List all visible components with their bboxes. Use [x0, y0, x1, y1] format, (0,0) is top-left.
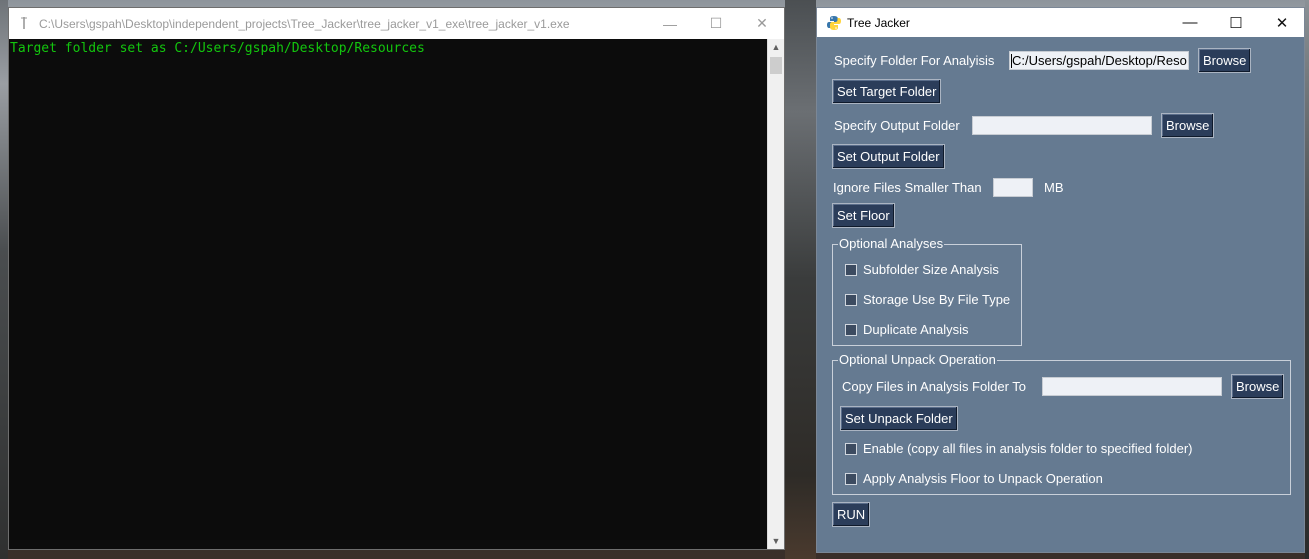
python-icon	[826, 15, 842, 31]
subfolder-size-checkbox[interactable]	[845, 264, 857, 276]
minimize-button[interactable]: —	[647, 8, 693, 39]
close-button[interactable]: ✕	[739, 8, 785, 39]
tree-jacker-window[interactable]: Tree Jacker — ☐ ✕ Specify Folder For Ana…	[816, 7, 1305, 553]
tree-jacker-titlebar[interactable]: Tree Jacker — ☐ ✕	[817, 8, 1304, 37]
maximize-button[interactable]: ☐	[693, 8, 739, 39]
minimize-icon: —	[663, 15, 677, 32]
optional-unpack-group: Optional Unpack Operation Copy Files in …	[832, 352, 1291, 495]
desktop-edge	[0, 0, 8, 559]
file-type-checkbox[interactable]	[845, 294, 857, 306]
file-type-label: Storage Use By File Type	[863, 292, 1011, 307]
output-folder-label: Specify Output Folder	[834, 118, 960, 133]
maximize-icon: ☐	[1229, 14, 1243, 32]
scroll-up-icon[interactable]: ▲	[768, 39, 784, 55]
maximize-icon: ☐	[709, 15, 723, 31]
console-title: C:\Users\gspah\Desktop\independent_proje…	[39, 17, 570, 31]
floor-label: Ignore Files Smaller Than	[833, 180, 982, 195]
apply-floor-checkbox[interactable]	[845, 473, 857, 485]
unpack-folder-label: Copy Files in Analysis Folder To	[842, 379, 1027, 394]
analysis-folder-input[interactable]: C:/Users/gspah/Desktop/Reso	[1009, 51, 1189, 70]
console-output-area[interactable]: Target folder set as C:/Users/gspah/Desk…	[9, 39, 768, 549]
close-icon: ✕	[1275, 14, 1289, 32]
close-icon: ✕	[756, 15, 768, 31]
enable-unpack-checkbox[interactable]	[845, 443, 857, 455]
duplicate-label: Duplicate Analysis	[863, 322, 969, 337]
tj-close-button[interactable]: ✕	[1259, 8, 1305, 37]
unpack-folder-input[interactable]	[1042, 377, 1222, 396]
optional-analyses-group: Optional Analyses Subfolder Size Analysi…	[832, 236, 1022, 346]
duplicate-checkbox[interactable]	[845, 324, 857, 336]
output-folder-input[interactable]	[972, 116, 1152, 135]
tj-maximize-button[interactable]: ☐	[1213, 8, 1259, 37]
analysis-folder-label: Specify Folder For Analyisis	[834, 53, 995, 68]
tj-minimize-button[interactable]: —	[1167, 8, 1213, 37]
scroll-thumb[interactable]	[770, 57, 782, 74]
set-unpack-folder-button[interactable]: Set Unpack Folder	[840, 406, 958, 431]
subfolder-size-label: Subfolder Size Analysis	[863, 262, 999, 277]
optional-analyses-title: Optional Analyses	[838, 236, 945, 252]
enable-unpack-label: Enable (copy all files in analysis folde…	[863, 441, 1193, 456]
desktop-edge-right	[1305, 0, 1309, 559]
console-output-line: Target folder set as C:/Users/gspah/Desk…	[10, 41, 425, 56]
analysis-folder-value: C:/Users/gspah/Desktop/Reso	[1012, 53, 1187, 68]
analysis-browse-button[interactable]: Browse	[1198, 48, 1252, 73]
minimize-icon: —	[1182, 14, 1198, 31]
floor-size-input[interactable]	[993, 178, 1033, 197]
set-floor-button[interactable]: Set Floor	[832, 203, 895, 228]
floor-unit-label: MB	[1044, 180, 1064, 195]
unpack-browse-button[interactable]: Browse	[1231, 374, 1285, 399]
desktop-gap	[785, 0, 816, 559]
text-caret	[1011, 54, 1012, 68]
set-target-folder-button[interactable]: Set Target Folder	[832, 79, 942, 104]
console-titlebar[interactable]: C:\Users\gspah\Desktop\independent_proje…	[9, 8, 784, 39]
scroll-down-icon[interactable]: ▼	[768, 533, 784, 549]
optional-unpack-title: Optional Unpack Operation	[838, 352, 997, 368]
console-window[interactable]: C:\Users\gspah\Desktop\independent_proje…	[8, 7, 785, 550]
run-button[interactable]: RUN	[832, 502, 871, 527]
console-scrollbar[interactable]: ▲ ▼	[767, 39, 784, 549]
apply-floor-label: Apply Analysis Floor to Unpack Operation	[863, 471, 1103, 486]
console-app-icon	[19, 17, 29, 29]
set-output-folder-button[interactable]: Set Output Folder	[832, 144, 945, 169]
tree-jacker-title: Tree Jacker	[847, 16, 910, 30]
output-browse-button[interactable]: Browse	[1161, 113, 1215, 138]
